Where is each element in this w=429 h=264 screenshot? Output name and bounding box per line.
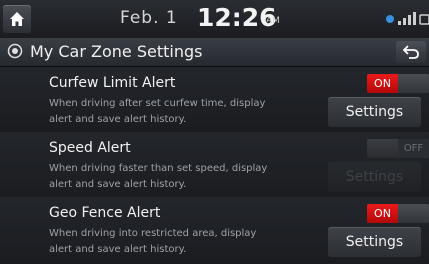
curfew-limit-alert-row: Curfew Limit Alert When driving after se… [0, 67, 429, 134]
zone-icon [7, 43, 23, 59]
toggle-on-label: ON [367, 204, 398, 223]
curfew-settings-button[interactable]: Settings [328, 97, 421, 127]
status-bar: Feb. 1 12:26 AM [0, 0, 429, 38]
speed-alert-description: When driving faster than set speed, disp… [49, 163, 268, 190]
speed-alert-title: Speed Alert [49, 140, 131, 156]
toggle-knob [398, 74, 429, 93]
toggle-on-label: ON [367, 74, 398, 93]
back-arrow-icon [403, 45, 419, 59]
back-button[interactable] [396, 41, 426, 63]
title-bar: My Car Zone Settings [0, 38, 429, 67]
home-icon [10, 12, 24, 26]
home-button[interactable] [3, 5, 31, 33]
curfew-limit-alert-description: When driving after set curfew time, disp… [49, 98, 266, 125]
geo-fence-alert-description: When driving into restricted area, displ… [49, 228, 257, 255]
screen: Feb. 1 12:26 AM My Car Zone Settings Cur… [0, 0, 429, 264]
curfew-limit-alert-title: Curfew Limit Alert [49, 75, 176, 91]
toggle-knob [398, 204, 429, 223]
geo-fence-alert-title: Geo Fence Alert [49, 205, 161, 221]
toggle-off-label: OFF [403, 143, 424, 154]
geo-fence-alert-row: Geo Fence Alert When driving into restri… [0, 197, 429, 264]
speed-alert-row: Speed Alert When driving faster than set… [0, 132, 429, 199]
status-ampm: AM [266, 16, 280, 26]
signal-status-icon [386, 12, 429, 25]
toggle-knob [367, 139, 398, 158]
geo-fence-alert-toggle[interactable]: ON [367, 204, 429, 223]
page-title: My Car Zone Settings [30, 42, 203, 61]
speed-settings-button[interactable]: Settings [328, 162, 421, 192]
status-date: Feb. 1 [120, 8, 178, 28]
curfew-limit-alert-toggle[interactable]: ON [367, 74, 429, 93]
status-time: 12:26 [197, 3, 277, 32]
speed-alert-toggle[interactable]: OFF [367, 139, 429, 158]
geo-fence-settings-button[interactable]: Settings [328, 227, 421, 257]
